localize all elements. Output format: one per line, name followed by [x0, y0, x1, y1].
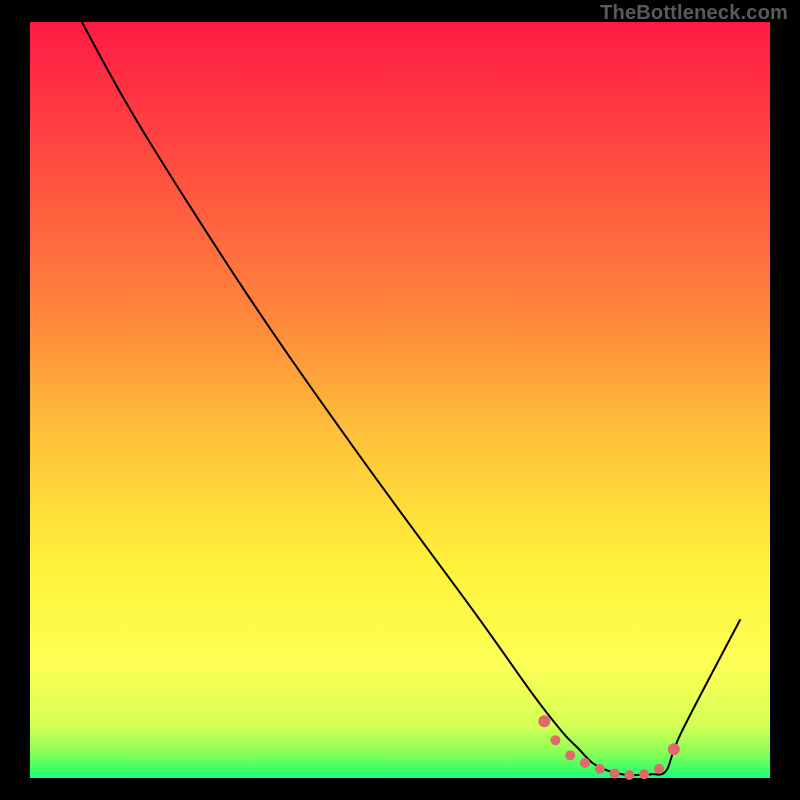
marker-dot: [550, 735, 560, 745]
marker-dot: [654, 764, 664, 774]
marker-dot: [610, 768, 620, 778]
marker-dot: [565, 750, 575, 760]
plot-background: [30, 22, 770, 778]
watermark-text: TheBottleneck.com: [600, 2, 788, 25]
marker-dot: [624, 770, 634, 780]
bottleneck-chart: [0, 0, 800, 800]
marker-dot: [639, 769, 649, 779]
marker-dot: [538, 715, 550, 727]
marker-dot: [580, 758, 590, 768]
marker-dot: [668, 743, 680, 755]
marker-dot: [595, 764, 605, 774]
chart-container: TheBottleneck.com: [0, 0, 800, 800]
